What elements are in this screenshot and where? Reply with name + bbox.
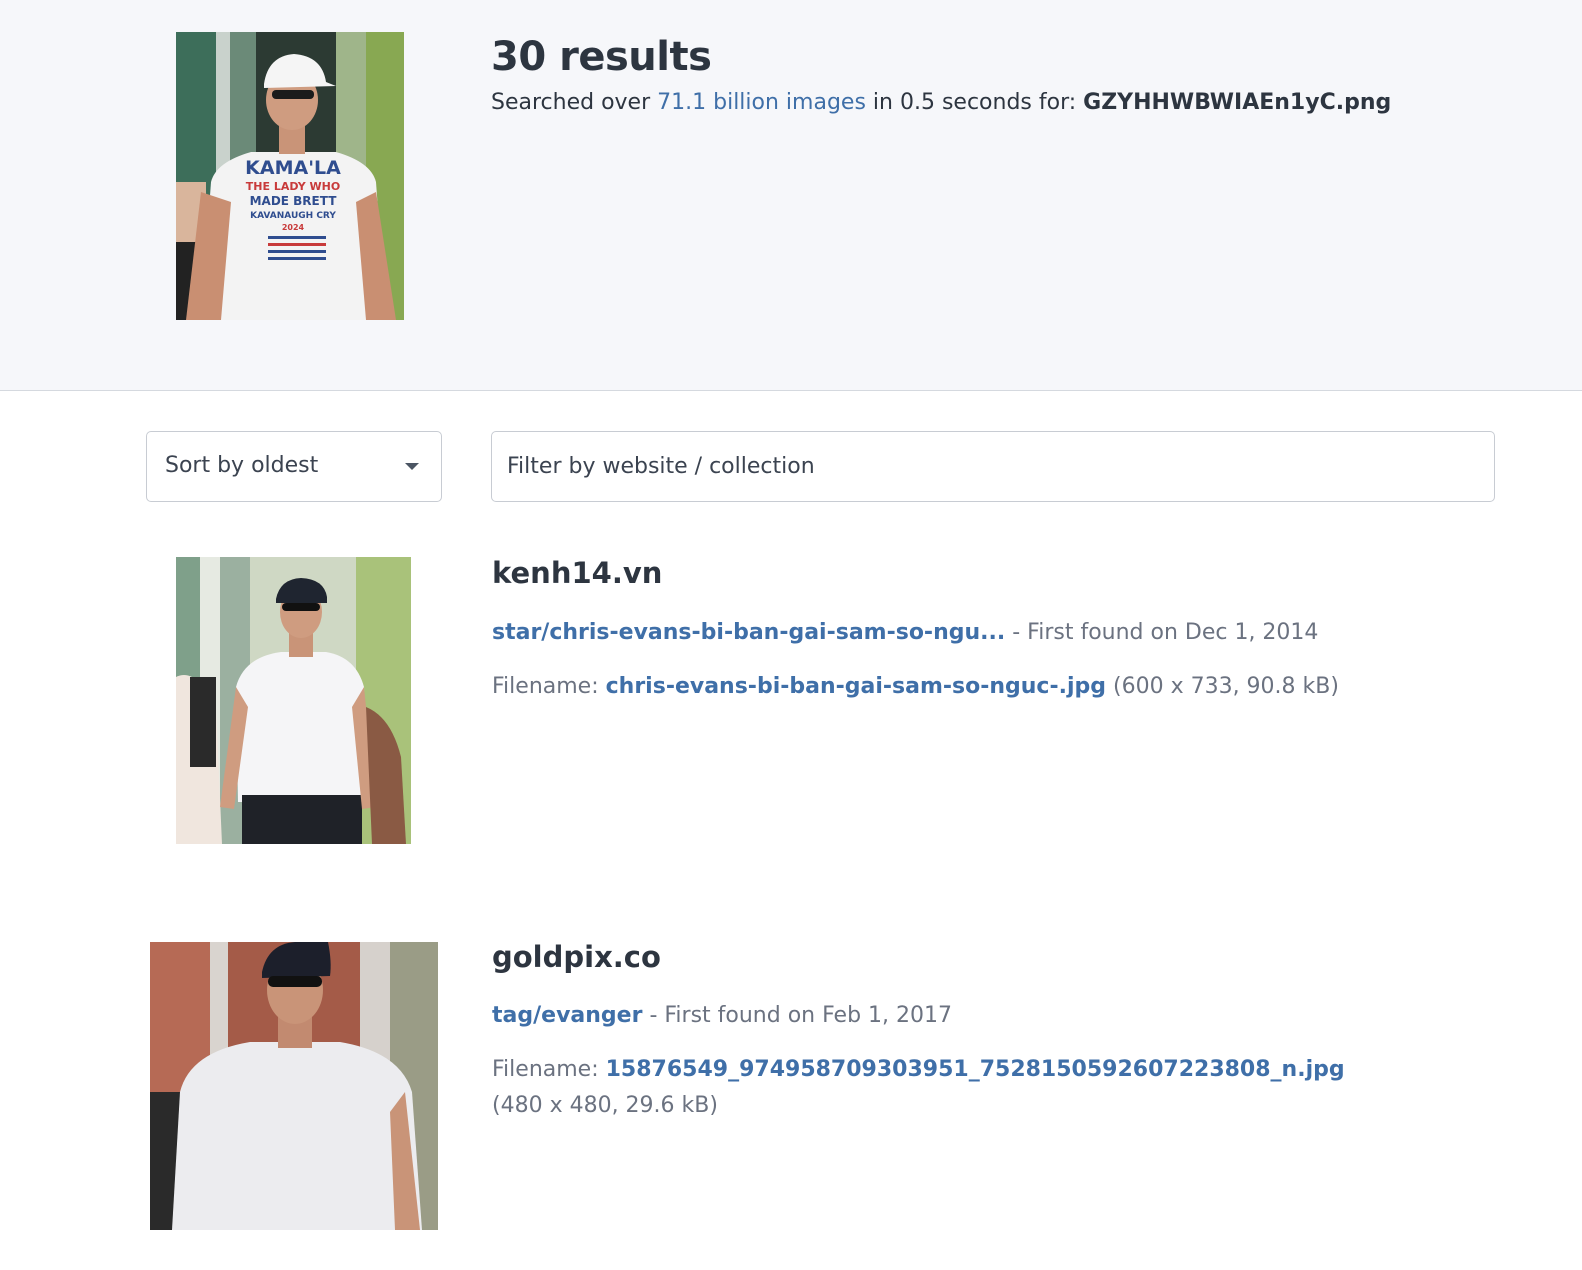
query-image-thumbnail[interactable]: KAMA'LA THE LADY WHO MADE BRETT KAVANAUG…	[176, 32, 404, 320]
search-summary: Searched over 71.1 billion images in 0.5…	[491, 90, 1391, 115]
result-image-size: (480 x 480, 29.6 kB)	[492, 1093, 718, 1118]
result-image-size-line: (480 x 480, 29.6 kB)	[492, 1093, 718, 1118]
chevron-down-icon	[405, 463, 419, 470]
shirt-print-line-1: KAMA'LA	[245, 157, 341, 179]
result-first-found: - First found on Feb 1, 2017	[649, 1003, 953, 1028]
summary-middle: in 0.5 seconds for:	[872, 90, 1077, 115]
result-image-size: (600 x 733, 90.8 kB)	[1113, 674, 1339, 699]
result-page-link[interactable]: star/chris-evans-bi-ban-gai-sam-so-ngu..…	[492, 620, 1005, 645]
shirt-print-line-3: MADE BRETT	[250, 194, 338, 208]
result-filename-link[interactable]: chris-evans-bi-ban-gai-sam-so-nguc-.jpg	[606, 674, 1106, 699]
sort-dropdown[interactable]: Sort by oldest	[146, 431, 442, 502]
result-source-line: tag/evanger - First found on Feb 1, 2017	[492, 1003, 952, 1028]
filename-label: Filename:	[492, 1057, 599, 1082]
result-thumbnail[interactable]	[176, 557, 411, 844]
filename-label: Filename:	[492, 674, 599, 699]
shirt-print-line-5: 2024	[282, 223, 305, 232]
shirt-print-line-4: KAVANAUGH CRY	[250, 211, 336, 221]
results-header: KAMA'LA THE LADY WHO MADE BRETT KAVANAUG…	[0, 0, 1582, 391]
query-filename: GZYHHWBWIAEn1yC.png	[1083, 90, 1392, 115]
query-image: KAMA'LA THE LADY WHO MADE BRETT KAVANAUG…	[176, 32, 404, 320]
result-site-name: kenh14.vn	[492, 556, 663, 590]
summary-prefix: Searched over	[491, 90, 651, 115]
result-first-found: - First found on Dec 1, 2014	[1012, 620, 1319, 645]
sort-dropdown-label: Sort by oldest	[165, 453, 319, 478]
results-count-heading: 30 results	[491, 34, 712, 80]
result-image	[150, 942, 438, 1230]
result-source-line: star/chris-evans-bi-ban-gai-sam-so-ngu..…	[492, 620, 1318, 645]
shirt-print-line-2: THE LADY WHO	[246, 180, 340, 193]
result-thumbnail[interactable]	[150, 942, 438, 1230]
filter-website-input[interactable]	[491, 431, 1495, 502]
result-site-name: goldpix.co	[492, 940, 661, 974]
billion-images-link[interactable]: 71.1 billion images	[657, 90, 866, 115]
result-filename-line: Filename: 15876549_974958709303951_75281…	[492, 1057, 1345, 1082]
result-filename-link[interactable]: 15876549_974958709303951_752815059260722…	[606, 1057, 1345, 1082]
result-filename-line: Filename: chris-evans-bi-ban-gai-sam-so-…	[492, 674, 1339, 699]
result-image	[176, 557, 411, 844]
result-page-link[interactable]: tag/evanger	[492, 1003, 642, 1028]
